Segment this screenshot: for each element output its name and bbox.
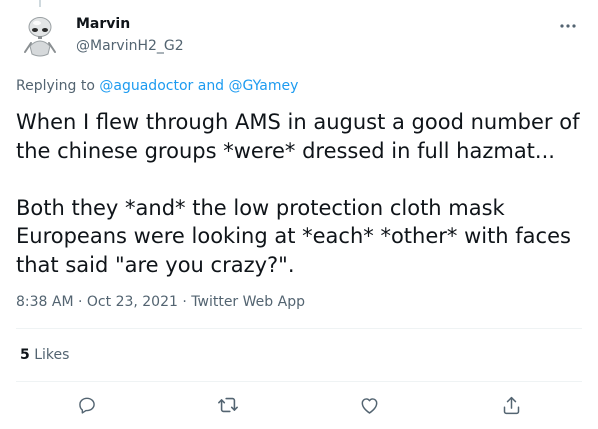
tweet-header: Marvin @MarvinH2_G2 xyxy=(76,14,582,58)
tweet: Marvin @MarvinH2_G2 Replying to @aguadoc… xyxy=(0,0,598,429)
like-icon xyxy=(361,397,378,414)
tweet-metadata: 8:38 AM · Oct 23, 2021 · Twitter Web App xyxy=(16,294,305,310)
meta-separator: · xyxy=(182,294,187,310)
share-button[interactable] xyxy=(494,388,528,422)
divider xyxy=(16,328,582,329)
tweet-source[interactable]: Twitter Web App xyxy=(191,294,305,310)
tweet-paragraph-1: When I flew through AMS in august a good… xyxy=(16,110,580,163)
tweet-paragraph-2: Both they *and* the low protection cloth… xyxy=(16,195,571,277)
reply-button[interactable] xyxy=(70,388,104,422)
reply-context-conjunction[interactable]: and xyxy=(198,78,224,94)
likes-count: 5 xyxy=(20,347,30,363)
author-avatar[interactable] xyxy=(16,12,64,60)
tweet-text: When I flew through AMS in august a good… xyxy=(16,108,582,279)
reply-context: Replying to @aguadoctor and @GYamey xyxy=(16,78,298,94)
tweet-actions xyxy=(16,383,582,427)
author-name[interactable]: Marvin xyxy=(76,16,130,32)
retweet-button[interactable] xyxy=(211,388,245,422)
robot-avatar-icon xyxy=(16,12,64,60)
likes-stat[interactable]: 5 Likes xyxy=(20,347,69,363)
tweet-time[interactable]: 8:38 AM xyxy=(16,294,74,310)
thread-connector-line xyxy=(39,0,41,7)
tweet-date[interactable]: Oct 23, 2021 xyxy=(87,294,178,310)
reply-context-prefix: Replying to xyxy=(16,78,95,94)
share-icon xyxy=(503,396,519,414)
more-options-button[interactable] xyxy=(554,14,582,38)
reply-icon xyxy=(78,397,95,414)
mention-link-gyamey[interactable]: @GYamey xyxy=(229,78,299,94)
meta-separator: · xyxy=(78,294,83,310)
likes-label: Likes xyxy=(34,347,70,363)
author-handle[interactable]: @MarvinH2_G2 xyxy=(76,38,184,54)
divider xyxy=(16,381,582,382)
like-button[interactable] xyxy=(353,388,387,422)
retweet-icon xyxy=(218,397,239,413)
mention-link-aguadoctor[interactable]: @aguadoctor xyxy=(99,78,193,94)
more-horizontal-icon xyxy=(560,24,576,28)
